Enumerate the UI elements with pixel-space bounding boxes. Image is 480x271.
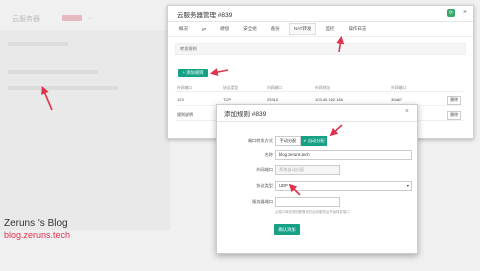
ext-port-row: 外网端口 系统自动分配 xyxy=(217,165,417,175)
name-row: 名称 blog.zeruns.tech xyxy=(217,150,417,160)
tab-bar: 概况 IP 硬盘 安全组 备份 NAT转发 监控 操作日志 xyxy=(168,22,473,37)
background-subtitle: — xyxy=(88,15,92,20)
tab-security-group[interactable]: 安全组 xyxy=(238,23,262,35)
header-cell: 外网端口 xyxy=(177,86,193,90)
dialog-header: 云服务器管理 #839 ⟳ × xyxy=(168,6,473,22)
header-cell: 外网端口 xyxy=(391,86,407,90)
dialog-header: 添加规则 #839 × xyxy=(217,105,417,122)
chevron-down-icon: ▾ xyxy=(406,183,409,188)
background-badge xyxy=(62,15,82,21)
protocol-label: 协议类型 xyxy=(256,183,273,188)
tab-disk[interactable]: 硬盘 xyxy=(215,23,234,35)
table-header: 外网端口 协议类型 内网端口 外网地址 外网端口 xyxy=(175,84,463,92)
protocol-value: UDP xyxy=(279,183,288,188)
close-icon[interactable]: × xyxy=(463,9,467,17)
protocol-row: 协议类型 UDP ▾ xyxy=(217,181,417,191)
background-title: 云服务器 xyxy=(12,16,40,23)
tab-overview[interactable]: 概况 xyxy=(174,23,193,35)
internal-port-row: 服务器端口 xyxy=(217,197,417,207)
background-row xyxy=(8,86,118,90)
ext-port-label: 外网端口 xyxy=(256,167,273,172)
mode-auto-option[interactable]: ✔ 自动分配 xyxy=(301,136,327,146)
tab-ip[interactable]: IP xyxy=(197,24,211,35)
mode-manual-option[interactable]: 手动分配 xyxy=(275,136,301,146)
add-rule-dialog: 添加规则 #839 × 端口转发方式 手动分配 ✔ 自动分配 名称 blog.z… xyxy=(216,104,418,254)
internal-port-input[interactable] xyxy=(275,197,340,207)
background-row xyxy=(8,42,68,46)
header-cell: 外网地址 xyxy=(315,86,331,90)
hint-text: 云端口转发规则配置将在启动服务后开始转发端口 xyxy=(275,210,350,214)
delete-button[interactable]: 删除 xyxy=(447,96,461,105)
dialog-title: 添加规则 #839 xyxy=(224,111,267,118)
internal-port-label: 服务器端口 xyxy=(252,199,273,204)
confirm-add-button[interactable]: 确认添加 xyxy=(274,224,300,235)
mode-label: 端口转发方式 xyxy=(247,138,273,143)
watermark-line2: blog.zeruns.tech xyxy=(4,230,71,240)
delete-button[interactable]: 删除 xyxy=(447,111,461,120)
ext-port-input[interactable]: 系统自动分配 xyxy=(275,165,340,175)
background-row xyxy=(8,70,98,74)
close-icon[interactable]: × xyxy=(405,108,409,115)
background-panel xyxy=(0,30,170,230)
table-cell: 25310 xyxy=(267,97,279,102)
table-cell: 规则说明 xyxy=(177,112,193,117)
watermark-line1: Zeruns 's Blog xyxy=(4,218,68,229)
name-label: 名称 xyxy=(264,152,273,157)
tab-operation-log[interactable]: 操作日志 xyxy=(343,23,371,35)
name-input[interactable]: blog.zeruns.tech xyxy=(275,150,412,160)
add-rule-button[interactable]: + 添加规则 xyxy=(178,69,208,77)
tab-nat-forward[interactable]: NAT转发 xyxy=(288,23,317,35)
tab-backup[interactable]: 备份 xyxy=(266,23,285,35)
watermark: Zeruns 's Blog blog.zeruns.tech xyxy=(4,218,70,240)
mode-row: 端口转发方式 手动分配 ✔ 自动分配 xyxy=(217,136,417,146)
refresh-icon[interactable]: ⟳ xyxy=(447,9,455,17)
table-cell: 103.45.162.186 xyxy=(315,97,343,102)
mode-auto-label: 自动分配 xyxy=(307,138,325,143)
table-cell: 123 xyxy=(177,97,184,102)
table-cell: 30a67 xyxy=(391,97,403,102)
protocol-select[interactable]: UDP ▾ xyxy=(275,181,412,191)
header-cell: 内网端口 xyxy=(267,86,283,90)
dialog-title: 云服务器管理 #839 xyxy=(177,11,233,19)
table-cell: TCP xyxy=(223,97,231,102)
tab-monitor[interactable]: 监控 xyxy=(320,23,339,35)
header-cell: 协议类型 xyxy=(223,86,239,90)
forward-rules-section: 转发规则 xyxy=(175,43,466,55)
